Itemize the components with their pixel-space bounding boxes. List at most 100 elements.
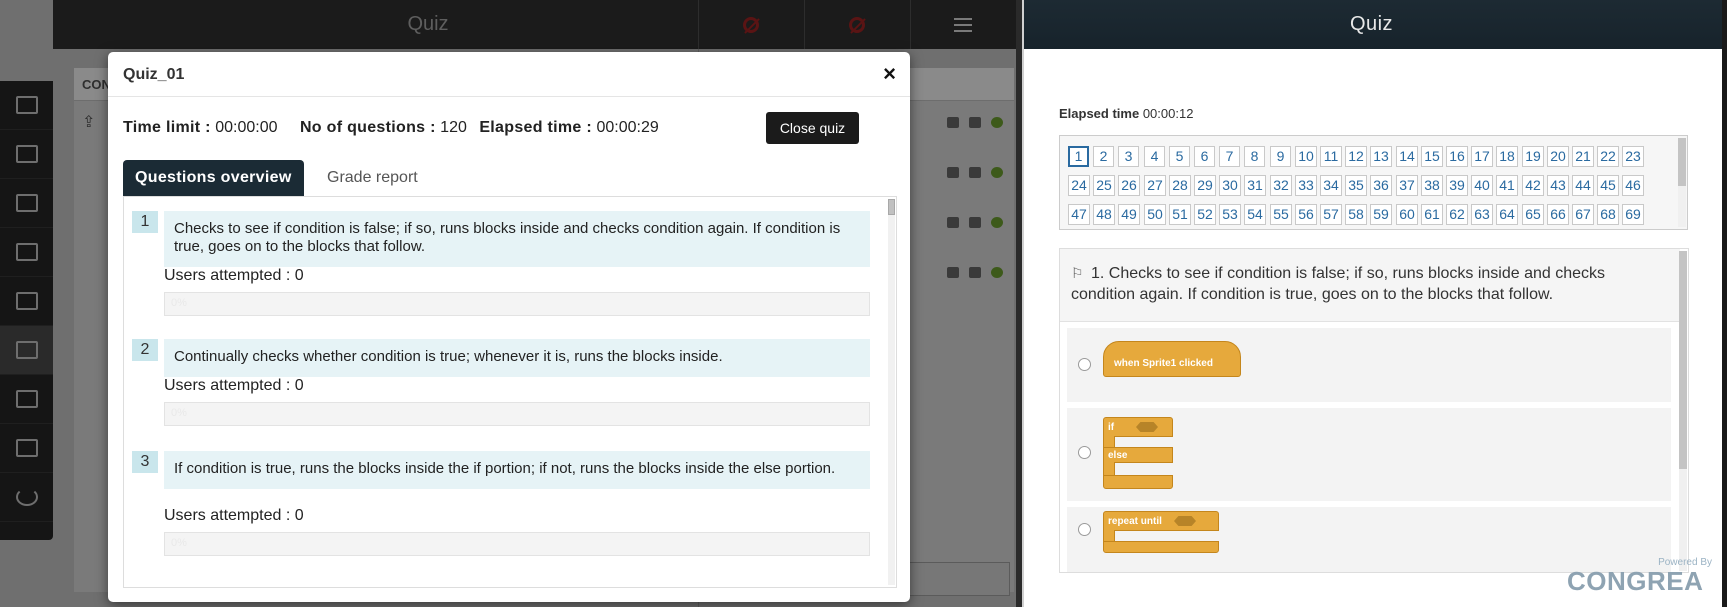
question-number-button[interactable]: 23	[1622, 146, 1644, 167]
question-number-button[interactable]: 43	[1547, 175, 1569, 196]
question-number-button[interactable]: 55	[1270, 204, 1292, 225]
scrollbar[interactable]	[1679, 251, 1687, 571]
question-number-button[interactable]: 13	[1370, 146, 1392, 167]
question-number-button[interactable]: 61	[1421, 204, 1443, 225]
scrollbar-thumb[interactable]	[1679, 251, 1687, 469]
answer-option[interactable]: if else	[1067, 408, 1671, 501]
question-number-button[interactable]: 17	[1471, 146, 1493, 167]
question-number-button[interactable]: 25	[1093, 175, 1115, 196]
question-number-button[interactable]: 12	[1345, 146, 1367, 167]
question-number-button[interactable]: 22	[1597, 146, 1619, 167]
sidebar-item-notes[interactable]	[0, 375, 53, 424]
option-radio[interactable]	[1078, 523, 1091, 536]
question-number-button[interactable]: 46	[1622, 175, 1644, 196]
question-number-button[interactable]: 2	[1093, 146, 1114, 167]
question-number-button[interactable]: 35	[1345, 175, 1367, 196]
question-number-button[interactable]: 19	[1522, 146, 1544, 167]
present-icon[interactable]	[947, 217, 959, 228]
answer-option[interactable]: when Sprite1 clicked	[1067, 328, 1671, 402]
question-number-button[interactable]: 67	[1572, 204, 1594, 225]
scrollbar-thumb[interactable]	[1678, 138, 1686, 186]
question-number-button[interactable]: 47	[1068, 204, 1090, 225]
audio-icon[interactable]	[969, 167, 981, 178]
question-number-button[interactable]: 20	[1547, 146, 1569, 167]
question-number-button[interactable]: 65	[1522, 204, 1544, 225]
chat-icon[interactable]	[991, 117, 1003, 128]
sidebar-item-power[interactable]	[0, 473, 53, 522]
question-number-button[interactable]: 50	[1144, 204, 1166, 225]
chat-icon[interactable]	[991, 217, 1003, 228]
tab-questions-overview[interactable]: Questions overview	[123, 160, 304, 196]
question-number-button[interactable]: 26	[1118, 175, 1140, 196]
question-number-button[interactable]: 32	[1270, 175, 1292, 196]
record-toggle[interactable]	[698, 0, 803, 49]
question-number-button[interactable]: 31	[1244, 175, 1266, 196]
sidebar-item-screen[interactable]	[0, 81, 53, 130]
question-number-button[interactable]: 48	[1093, 204, 1115, 225]
audio-icon[interactable]	[969, 217, 981, 228]
audio-icon[interactable]	[969, 267, 981, 278]
question-number-button[interactable]: 33	[1295, 175, 1317, 196]
question-number-button[interactable]: 21	[1572, 146, 1594, 167]
question-number-button[interactable]: 56	[1295, 204, 1317, 225]
question-number-button[interactable]: 37	[1396, 175, 1418, 196]
question-number-button[interactable]: 68	[1597, 204, 1619, 225]
question-number-button[interactable]: 52	[1194, 204, 1216, 225]
scrollbar[interactable]	[888, 199, 895, 585]
question-number-button[interactable]: 6	[1194, 146, 1215, 167]
question-number-button[interactable]: 62	[1446, 204, 1468, 225]
question-number-button[interactable]: 60	[1396, 204, 1418, 225]
question-number-button[interactable]: 34	[1320, 175, 1342, 196]
sidebar-item-quiz[interactable]	[0, 326, 53, 375]
question-number-button[interactable]: 10	[1295, 146, 1317, 167]
scrollbar[interactable]	[1678, 138, 1686, 227]
question-number-button[interactable]: 29	[1194, 175, 1216, 196]
question-number-button[interactable]: 27	[1144, 175, 1166, 196]
sidebar-item-whiteboard[interactable]	[0, 179, 53, 228]
question-number-button[interactable]: 40	[1471, 175, 1493, 196]
question-number-button[interactable]: 30	[1219, 175, 1241, 196]
option-radio[interactable]	[1078, 446, 1091, 459]
question-number-button[interactable]: 66	[1547, 204, 1569, 225]
question-number-button[interactable]: 57	[1320, 204, 1342, 225]
question-number-button[interactable]: 24	[1068, 175, 1090, 196]
menu-button[interactable]	[910, 0, 1015, 49]
chat-icon[interactable]	[991, 267, 1003, 278]
sidebar-item-document[interactable]	[0, 130, 53, 179]
sidebar-item-poll[interactable]	[0, 277, 53, 326]
question-number-button[interactable]: 3	[1118, 146, 1139, 167]
question-number-button[interactable]: 64	[1496, 204, 1518, 225]
close-icon[interactable]: ×	[883, 63, 896, 85]
question-number-button[interactable]: 4	[1144, 146, 1165, 167]
question-number-button[interactable]: 51	[1169, 204, 1191, 225]
question-number-button[interactable]: 41	[1496, 175, 1518, 196]
question-number-button[interactable]: 54	[1244, 204, 1266, 225]
question-number-button[interactable]: 28	[1169, 175, 1191, 196]
sidebar-item-share[interactable]	[0, 424, 53, 473]
question-number-button[interactable]: 49	[1118, 204, 1140, 225]
question-number-button[interactable]: 39	[1446, 175, 1468, 196]
answer-option[interactable]: repeat until	[1067, 507, 1671, 572]
present-icon[interactable]	[947, 167, 959, 178]
audio-icon[interactable]	[969, 117, 981, 128]
question-number-button[interactable]: 7	[1219, 146, 1240, 167]
present-icon[interactable]	[947, 267, 959, 278]
question-number-button[interactable]: 8	[1244, 146, 1265, 167]
question-number-button[interactable]: 5	[1169, 146, 1190, 167]
question-number-button[interactable]: 11	[1320, 146, 1342, 167]
question-number-button[interactable]: 16	[1446, 146, 1468, 167]
question-number-button[interactable]: 59	[1370, 204, 1392, 225]
option-radio[interactable]	[1078, 358, 1091, 371]
scrollbar-thumb[interactable]	[888, 199, 895, 215]
close-quiz-button[interactable]: Close quiz	[766, 112, 859, 144]
upload-icon[interactable]: ⇪	[82, 112, 95, 132]
question-number-button[interactable]: 63	[1471, 204, 1493, 225]
question-number-button[interactable]: 18	[1496, 146, 1518, 167]
question-number-button[interactable]: 1	[1068, 146, 1089, 167]
question-number-button[interactable]: 69	[1622, 204, 1644, 225]
question-number-button[interactable]: 38	[1421, 175, 1443, 196]
chat-icon[interactable]	[991, 167, 1003, 178]
question-number-button[interactable]: 14	[1396, 146, 1418, 167]
question-number-button[interactable]: 42	[1522, 175, 1544, 196]
question-number-button[interactable]: 58	[1345, 204, 1367, 225]
